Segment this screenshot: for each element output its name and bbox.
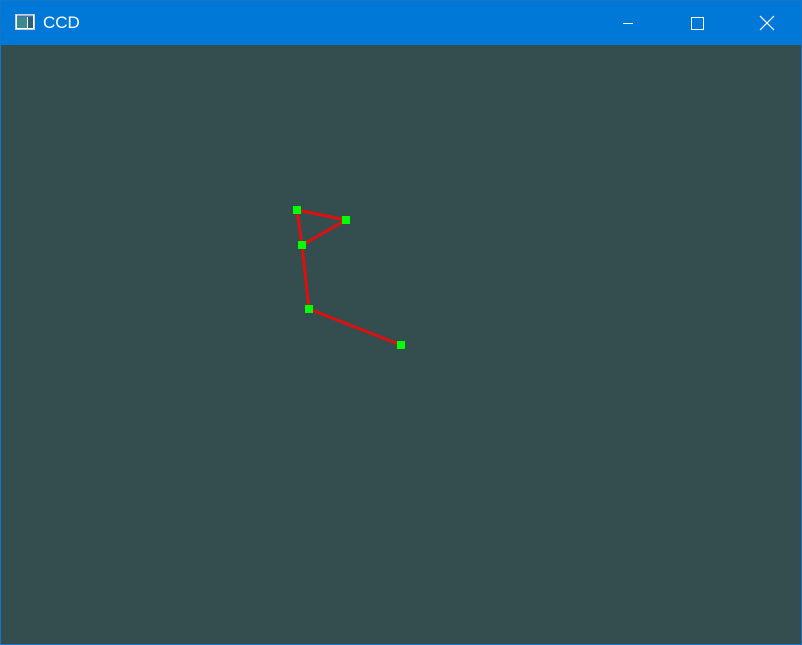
chain-links xyxy=(295,208,402,347)
maximize-button[interactable] xyxy=(662,1,732,45)
chain-joint[interactable] xyxy=(298,241,306,249)
chain-drawing xyxy=(293,206,405,349)
chain-link xyxy=(295,209,304,246)
chain-link xyxy=(308,307,402,347)
chain-link xyxy=(301,218,347,247)
window-title: CCD xyxy=(43,13,80,32)
render-canvas[interactable] xyxy=(1,45,801,644)
chain-joints xyxy=(293,206,405,349)
minimize-icon xyxy=(623,23,633,24)
chain-link xyxy=(300,244,311,310)
chain-joint[interactable] xyxy=(305,305,313,313)
chain-joint[interactable] xyxy=(293,206,301,214)
close-button[interactable] xyxy=(732,1,802,45)
window-app-icon xyxy=(15,14,35,30)
chain-joint[interactable] xyxy=(397,341,405,349)
maximize-icon xyxy=(691,17,704,30)
title-bar[interactable]: CCD xyxy=(1,1,801,45)
app-window: CCD xyxy=(0,0,802,645)
chain-joint[interactable] xyxy=(342,216,350,224)
close-icon xyxy=(759,15,775,31)
chain-link xyxy=(296,208,347,222)
minimize-button[interactable] xyxy=(593,1,663,45)
